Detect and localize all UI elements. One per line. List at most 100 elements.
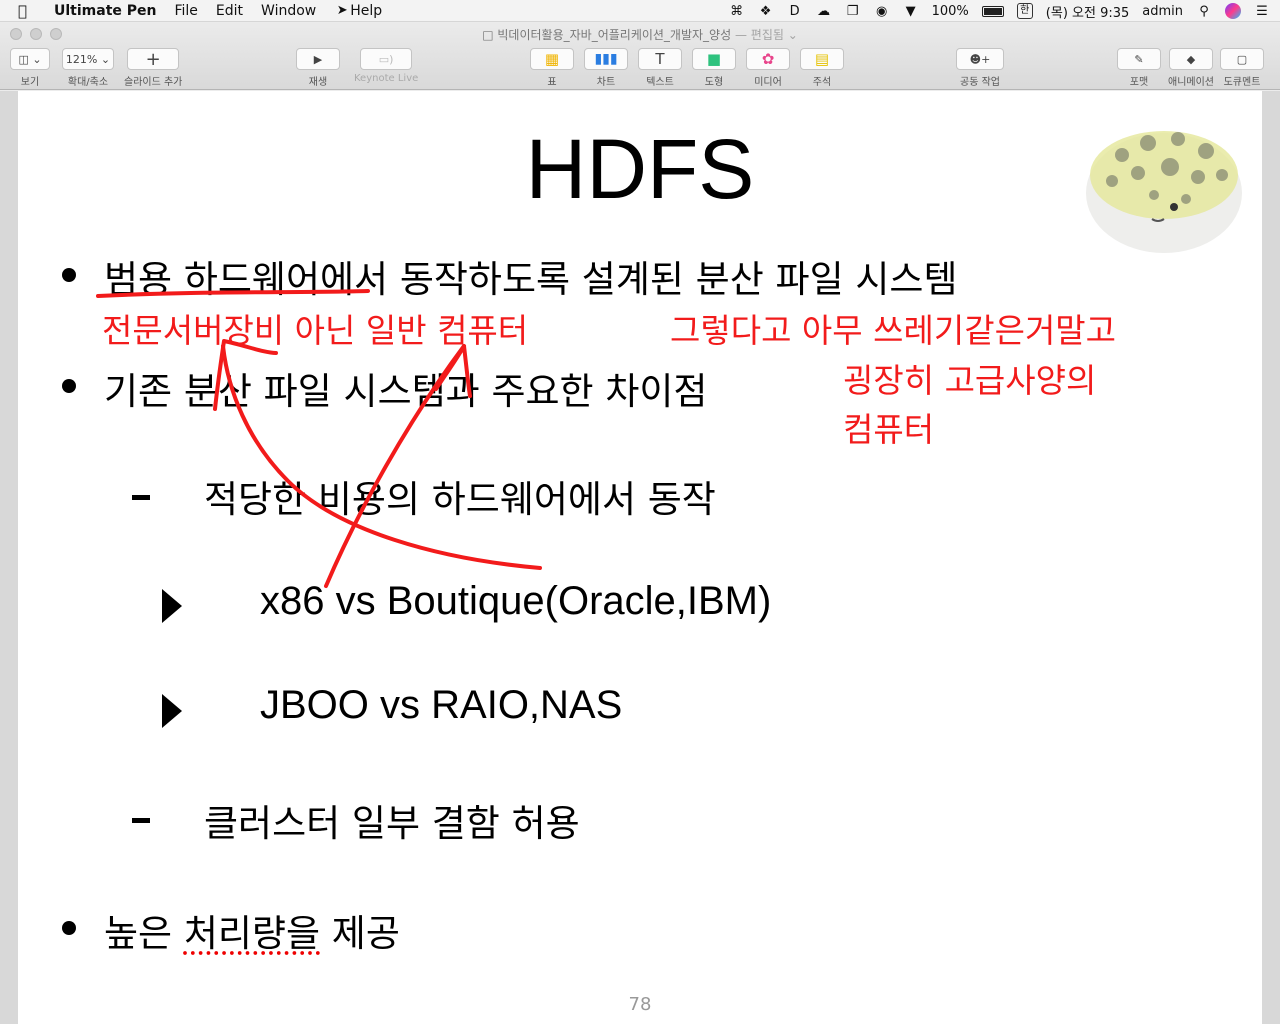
animate-diamond-icon[interactable]: ◆ (1169, 48, 1213, 70)
toolbar-view[interactable]: ◫ ⌄ 보기 (10, 48, 50, 88)
page-number: 78 (628, 994, 652, 1015)
text-label: 텍스트 (646, 77, 674, 88)
d-app-icon[interactable]: D (787, 4, 803, 19)
spotlight-search-icon[interactable]: ⚲ (1196, 4, 1212, 19)
bullet-dash (132, 495, 150, 500)
menubar-user[interactable]: admin (1142, 4, 1183, 19)
toolbar-collaborate[interactable]: ☻+ 공동 작업 (956, 48, 1004, 88)
screens-icon[interactable]: ❐ (845, 4, 861, 19)
keynote-live-label: Keynote Live (354, 73, 419, 84)
media-label: 미디어 (754, 77, 782, 88)
toolbar-text[interactable]: T 텍스트 (638, 48, 682, 88)
zoom-value: 121% (65, 52, 98, 66)
slide-title[interactable]: HDFS (18, 121, 1262, 218)
plus-icon[interactable]: + (127, 48, 180, 70)
document-icon: □ (482, 28, 498, 42)
apple-icon[interactable]:  (18, 2, 38, 20)
window-titlebar: □ 빅데이터활용_자바_어플리케이션_개발자_양성 — 편집됨 ⌄ ◫ ⌄ 보기… (0, 22, 1280, 90)
command-icon[interactable]: ⌘ (729, 4, 745, 19)
bullet-text-4[interactable]: x86 vs Boutique(Oracle,IBM) (260, 579, 771, 624)
animate-label: 애니메이션 (1168, 77, 1214, 88)
media-icon[interactable]: ✿ (746, 48, 790, 70)
pen-annotation-1: 전문서버장비 아닌 일반 컴퓨터 (102, 311, 529, 350)
shape-icon[interactable]: ■ (692, 48, 736, 70)
bullet-text-7-c: 제공 (320, 912, 400, 955)
dropbox-icon[interactable]: ❖ (758, 4, 774, 19)
toolbar-comment[interactable]: ▤ 주석 (800, 48, 844, 88)
chart-label: 차트 (596, 77, 616, 88)
table-label: 표 (547, 77, 557, 88)
bullet-text-6[interactable]: 클러스터 일부 결함 허용 (204, 793, 580, 847)
notification-center-icon[interactable]: ☰ (1254, 4, 1270, 19)
script-icon[interactable]: ➤ (334, 3, 350, 18)
bullet-text-5[interactable]: JBOO vs RAIO,NAS (260, 683, 622, 728)
bullet-text-1[interactable]: 범용 하드웨어에서 동작하도록 설계된 분산 파일 시스템 (104, 249, 958, 303)
menu-app-name[interactable]: Ultimate Pen (54, 3, 156, 19)
slide[interactable]: HDFS 범용 하드웨어에서 동작하도록 설계된 분산 파일 시스템 기존 분산… (18, 91, 1262, 1024)
edited-indicator: — 편집됨 (734, 28, 784, 42)
slide-canvas[interactable]: HDFS 범용 하드웨어에서 동작하도록 설계된 분산 파일 시스템 기존 분산… (0, 91, 1280, 1024)
cloud-icon[interactable]: ☁ (816, 4, 832, 19)
menu-help[interactable]: Help (350, 3, 382, 19)
collaborate-icon[interactable]: ☻+ (956, 48, 1004, 70)
bullet-dot (62, 379, 76, 393)
pen-annotation-3: 굉장히 고급사양의 (843, 361, 1097, 400)
document-square-icon[interactable]: ▢ (1220, 48, 1264, 70)
keynote-live-icon[interactable]: ▭) (360, 48, 413, 70)
bullet-triangle (162, 694, 182, 728)
bullet-text-7[interactable]: 높은 처리량을 제공 (104, 903, 400, 957)
battery-percent: 100% (931, 3, 969, 19)
battery-icon[interactable] (981, 5, 1004, 17)
add-slide-label: 슬라이드 추가 (124, 77, 183, 88)
toolbar-add-slide[interactable]: + 슬라이드 추가 (124, 48, 182, 88)
siri-icon[interactable] (1225, 3, 1241, 19)
table-icon[interactable]: ▦ (530, 48, 574, 70)
menubar-status-area: ⌘ ❖ D ☁ ❐ ◉ ▼ 100% 한 (목) 오전 9:35 admin ⚲… (729, 0, 1270, 22)
toolbar-zoom[interactable]: 121% ⌄ 확대/축소 (62, 48, 114, 88)
wifi-icon[interactable]: ▼ (903, 4, 919, 19)
bullet-text-7-a: 높은 (104, 912, 184, 955)
toolbar-keynote-live[interactable]: ▭) Keynote Live (354, 48, 418, 84)
menubar-clock[interactable]: (목) 오전 9:35 (1046, 2, 1129, 21)
pufferfish-image (1086, 131, 1242, 253)
format-label: 포맷 (1129, 77, 1149, 88)
chart-icon[interactable]: ▮▮▮ (584, 48, 628, 70)
comment-label: 주석 (812, 77, 832, 88)
bullet-text-3[interactable]: 적당한 비용의 하드웨어에서 동작 (204, 469, 716, 523)
toolbar-format[interactable]: ✎ 포맷 (1117, 48, 1161, 88)
toolbar-shape[interactable]: ■ 도형 (692, 48, 736, 88)
document-title-text: 빅데이터활용_자바_어플리케이션_개발자_양성 (497, 28, 732, 42)
pen-annotation-2: 그렇다고 아무 쓰레기같은거말고 (670, 311, 1117, 350)
bullet-dot (62, 921, 76, 935)
notification-app-icon[interactable]: ◉ (874, 4, 890, 19)
toolbar-chart[interactable]: ▮▮▮ 차트 (584, 48, 628, 88)
toolbar-media[interactable]: ✿ 미디어 (746, 48, 790, 88)
spellcheck-word: 처리량을 (183, 912, 321, 955)
menu-bar:  Ultimate Pen File Edit Window ➤ Help ⌘… (0, 0, 1280, 22)
play-label: 재생 (308, 77, 328, 88)
toolbar-play[interactable]: ▶ 재생 (296, 48, 340, 88)
toolbar-document[interactable]: ▢ 도큐멘트 (1220, 48, 1264, 88)
input-source-indicator[interactable]: 한 (1016, 3, 1033, 19)
chevron-down-icon: ⌄ (783, 28, 798, 42)
menu-window[interactable]: Window (261, 3, 316, 19)
menu-edit[interactable]: Edit (216, 3, 243, 19)
toolbar-table[interactable]: ▦ 표 (530, 48, 574, 88)
bullet-dash (132, 818, 150, 823)
zoom-select[interactable]: 121% ⌄ (62, 48, 114, 70)
format-brush-icon[interactable]: ✎ (1117, 48, 1161, 70)
bullet-dot (62, 268, 76, 282)
bullet-triangle (162, 589, 182, 623)
text-icon[interactable]: T (638, 48, 682, 70)
pen-ink-layer (96, 289, 542, 588)
zoom-label: 확대/축소 (67, 77, 109, 88)
pen-annotation-4: 컴퓨터 (843, 410, 935, 449)
bullet-text-2[interactable]: 기존 분산 파일 시스템과 주요한 차이점 (104, 361, 707, 415)
menu-file[interactable]: File (174, 3, 197, 19)
play-icon[interactable]: ▶ (296, 48, 340, 70)
view-icon[interactable]: ◫ ⌄ (10, 48, 50, 70)
document-title[interactable]: □ 빅데이터활용_자바_어플리케이션_개발자_양성 — 편집됨 ⌄ (0, 26, 1280, 43)
toolbar-animate[interactable]: ◆ 애니메이션 (1168, 48, 1214, 88)
comment-icon[interactable]: ▤ (800, 48, 844, 70)
document-label: 도큐멘트 (1223, 77, 1261, 88)
